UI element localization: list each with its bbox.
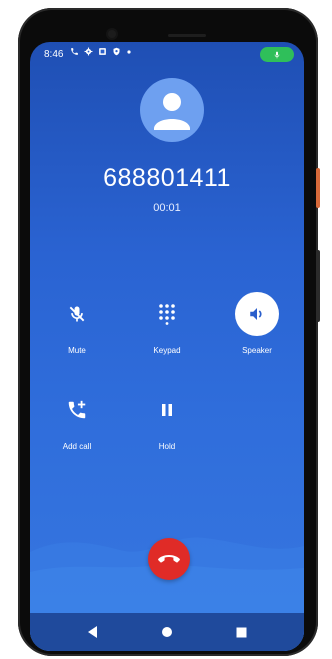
mic-off-icon (69, 306, 85, 322)
nav-back-button[interactable] (86, 625, 100, 639)
back-icon (88, 626, 97, 638)
status-time: 8:46 (44, 49, 64, 60)
add-call-icon (68, 400, 86, 419)
navigation-bar (30, 613, 304, 651)
home-icon (162, 627, 172, 637)
dialpad-icon (159, 304, 175, 325)
gear-icon (84, 47, 93, 56)
keypad-control[interactable]: Keypad (132, 292, 202, 355)
add-call-label: Add call (62, 442, 92, 451)
end-call-button[interactable] (148, 538, 190, 580)
phone-icon (71, 48, 78, 55)
call-duration: 00:01 (153, 202, 181, 214)
recents-icon (236, 627, 246, 637)
speaker-label: Speaker (242, 346, 272, 355)
mute-label: Mute (68, 346, 86, 355)
keypad-label: Keypad (153, 346, 181, 355)
nav-recents-button[interactable] (234, 625, 248, 639)
pause-icon (162, 404, 172, 416)
add-call-button[interactable] (55, 388, 99, 432)
power-button (316, 168, 320, 208)
hold-button[interactable] (145, 388, 189, 432)
hold-label: Hold (158, 442, 176, 451)
mic-icon (274, 51, 280, 58)
mute-button[interactable] (55, 292, 99, 336)
nav-home-button[interactable] (160, 625, 174, 639)
mute-control[interactable]: Mute (42, 292, 112, 355)
keypad-button[interactable] (145, 292, 189, 336)
volume-button (316, 250, 320, 322)
add-call-control[interactable]: Add call (42, 388, 112, 451)
status-bar: 8:46 (30, 42, 304, 66)
contact-avatar (140, 78, 204, 142)
front-camera (108, 30, 116, 38)
hold-control[interactable]: Hold (132, 388, 202, 451)
dot-icon (127, 50, 131, 54)
caller-number: 688801411 (103, 164, 231, 192)
speaker-control[interactable]: Speaker (222, 292, 292, 355)
mic-in-use-indicator (260, 47, 294, 62)
speaker-button[interactable] (235, 292, 279, 336)
card-icon (99, 48, 106, 55)
hang-up-icon (158, 555, 180, 563)
person-icon (154, 93, 190, 130)
speaker-icon (250, 308, 262, 320)
shield-icon (113, 47, 120, 56)
earpiece-speaker (168, 34, 206, 37)
call-screen: 8:46 688801411 00:01 Mute Keypad Speaker… (30, 42, 304, 651)
